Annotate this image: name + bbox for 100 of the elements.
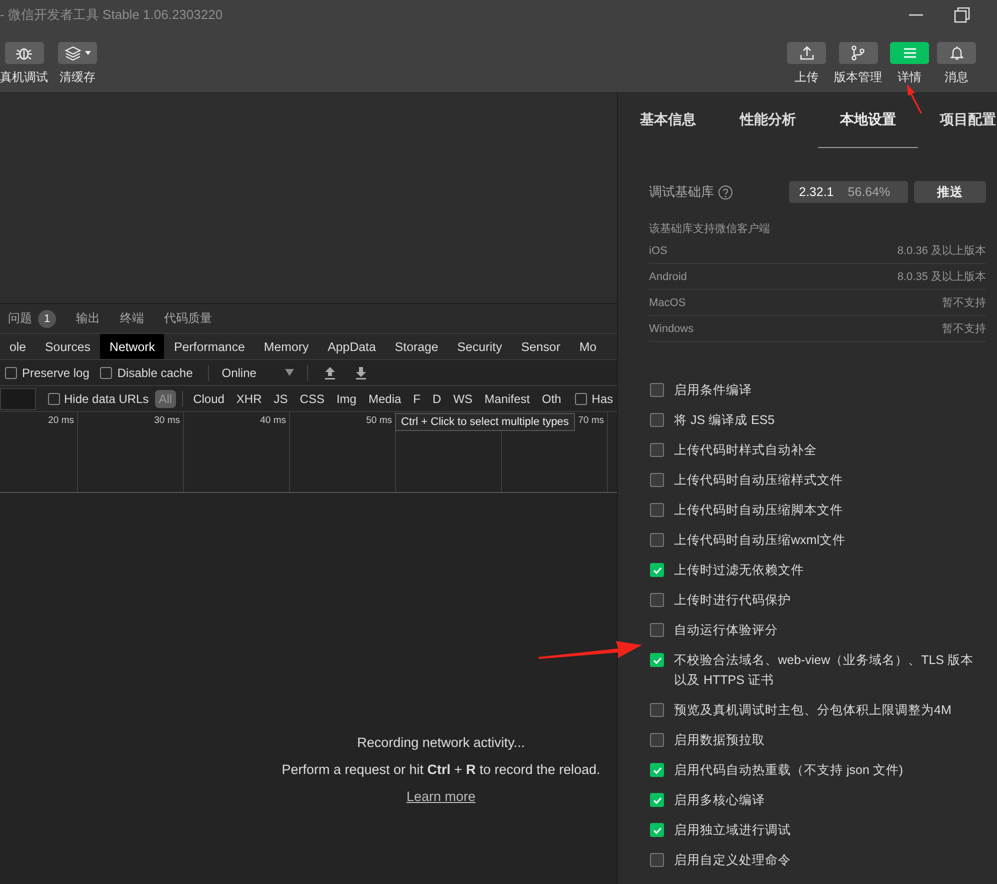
setting-label: 不校验合法域名、web-view（业务域名）、TLS 版本以及 HTTPS 证书 (674, 652, 974, 689)
checkbox[interactable] (650, 733, 664, 747)
setting-label: 上传时进行代码保护 (674, 592, 791, 609)
devtools-tab[interactable]: Security (448, 334, 512, 359)
checkbox[interactable] (5, 366, 17, 378)
panel-tab[interactable]: 代码质量 (164, 310, 212, 327)
tick-label: 50 ms (366, 415, 392, 426)
type-filter[interactable]: F (409, 390, 425, 408)
version-requirement: 8.0.35 及以上版本 (897, 270, 986, 284)
window-title: - 微信开发者工具 Stable 1.06.2303220 (0, 6, 223, 24)
checkbox[interactable] (650, 623, 664, 637)
devtools-tab[interactable]: Sensor (512, 334, 570, 359)
import-icon[interactable] (322, 366, 337, 380)
checkbox[interactable] (650, 593, 664, 607)
caret-icon (85, 51, 91, 55)
checkbox[interactable] (650, 413, 664, 427)
button-label: 真机调试 (0, 69, 48, 86)
checkbox[interactable] (650, 533, 664, 547)
checkbox[interactable] (650, 653, 664, 667)
caret-icon (284, 369, 294, 376)
devtools-tab[interactable]: Performance (164, 334, 254, 359)
settings-tab[interactable]: 基本信息 (618, 92, 718, 148)
type-filter[interactable]: Manifest (480, 390, 534, 408)
checkbox[interactable] (650, 793, 664, 807)
type-filter[interactable]: Img (332, 390, 360, 408)
checkbox[interactable] (650, 443, 664, 457)
upload-button[interactable] (787, 42, 826, 64)
devtools-tab[interactable]: AppData (318, 334, 386, 359)
version-select[interactable]: 2.32.1 56.64% (789, 181, 908, 203)
button-label: 消息 (944, 69, 968, 86)
bell-button[interactable] (937, 42, 976, 64)
restore-icon[interactable] (954, 7, 970, 23)
check-icon (652, 826, 662, 834)
empty-title: Recording network activity... (357, 735, 525, 750)
checkbox[interactable] (48, 392, 60, 404)
check-icon (652, 566, 662, 574)
export-icon[interactable] (354, 366, 368, 380)
help-icon[interactable] (718, 184, 733, 200)
checkbox[interactable] (650, 563, 664, 577)
setting-label: 启用代码自动热重载（不支持 json 文件) (674, 762, 904, 779)
devtools-tab[interactable]: Network (100, 334, 164, 359)
count-badge: 1 (38, 310, 56, 328)
checkbox-label: Hide data URLs (64, 392, 149, 406)
checkbox[interactable] (650, 503, 664, 517)
setting-label: 自动运行体验评分 (674, 622, 778, 639)
devtools-tab[interactable]: ole (0, 334, 36, 359)
type-filter[interactable]: JS (270, 390, 292, 408)
support-title: 该基础库支持微信客户端 (649, 222, 771, 236)
throttle-select[interactable]: Online (218, 366, 298, 380)
layers-icon (64, 45, 82, 61)
button-label: 版本管理 (834, 69, 882, 86)
checkbox-label: Has (592, 392, 613, 406)
checkbox[interactable] (574, 392, 587, 404)
type-filter[interactable]: Oth (538, 390, 566, 408)
setting-label: 启用条件编译 (674, 382, 752, 399)
version-requirement: 8.0.36 及以上版本 (897, 244, 986, 258)
type-filter[interactable]: XHR (232, 390, 266, 408)
platform-name: Windows (649, 322, 694, 334)
field-label: 调试基础库 (649, 183, 714, 201)
checkbox[interactable] (650, 703, 664, 717)
version-requirement: 暂不支持 (942, 322, 986, 336)
setting-label: 上传代码时自动压缩脚本文件 (674, 502, 843, 519)
setting-label: 启用自定义处理命令 (674, 852, 791, 869)
settings-tab[interactable]: 项目配置 (918, 92, 997, 148)
type-filter[interactable]: WS (449, 390, 477, 408)
button-label: 清缓存 (60, 69, 96, 86)
panel-tab[interactable]: 问题 (8, 310, 32, 327)
type-filter[interactable]: Cloud (189, 390, 228, 408)
layers-button[interactable] (58, 42, 97, 64)
platform-name: iOS (649, 244, 668, 256)
setting-label: 启用独立域进行调试 (674, 822, 791, 839)
setting-label: 启用多核心编译 (674, 792, 765, 809)
push-button[interactable]: 推送 (914, 181, 986, 203)
type-filter[interactable]: CSS (296, 390, 328, 408)
check-icon (652, 766, 662, 774)
checkbox[interactable] (650, 383, 664, 397)
settings-tab[interactable]: 性能分析 (718, 92, 818, 148)
type-filter[interactable]: D (428, 390, 446, 408)
branch-icon (850, 45, 866, 61)
panel-tab[interactable]: 终端 (120, 310, 144, 327)
learn-more-link[interactable]: Learn more (406, 789, 476, 804)
branch-button[interactable] (838, 42, 878, 64)
checkbox[interactable] (650, 853, 664, 867)
upload-icon (798, 45, 814, 61)
filter-input[interactable] (0, 388, 36, 410)
checkbox[interactable] (650, 473, 664, 487)
checkbox[interactable] (650, 823, 664, 837)
tick-label: 30 ms (154, 415, 180, 426)
devtools-tab[interactable]: Sources (36, 334, 100, 359)
devtools-tab[interactable]: Storage (385, 334, 448, 359)
type-filter[interactable]: Media (364, 390, 406, 408)
checkbox[interactable] (650, 763, 664, 777)
bug-button[interactable] (4, 42, 44, 64)
setting-label: 上传代码时样式自动补全 (674, 442, 817, 459)
checkbox[interactable] (100, 366, 112, 378)
devtools-tab[interactable]: Memory (254, 334, 318, 359)
checkbox-label: Disable cache (117, 366, 193, 380)
menu-button[interactable] (890, 42, 929, 64)
devtools-tab[interactable]: Mo (570, 334, 606, 359)
panel-tab[interactable]: 输出 (76, 310, 100, 327)
